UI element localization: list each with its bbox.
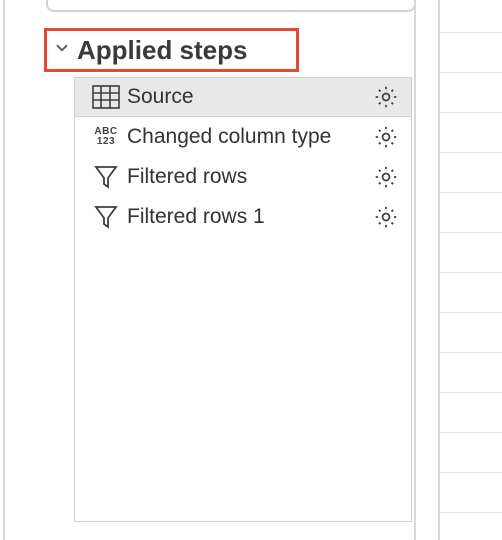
step-row-source[interactable]: Source [75, 77, 411, 117]
search-box-partial[interactable] [46, 0, 416, 12]
step-label: Changed column type [123, 125, 371, 149]
step-label: Filtered rows [123, 165, 371, 189]
step-row-changed-column-type[interactable]: ABC123 Changed column type [75, 117, 411, 157]
funnel-icon [89, 202, 123, 232]
applied-steps-panel: Applied steps Source [24, 0, 414, 540]
step-label: Filtered rows 1 [123, 205, 371, 229]
step-settings-button[interactable] [371, 202, 401, 232]
applied-steps-header[interactable]: Applied steps [44, 28, 299, 72]
step-settings-button[interactable] [371, 82, 401, 112]
panel-left-border [3, 0, 5, 540]
section-title: Applied steps [77, 35, 247, 66]
step-label: Source [123, 85, 371, 109]
datatype-icon: ABC123 [89, 122, 123, 152]
step-settings-button[interactable] [371, 162, 401, 192]
funnel-icon [89, 162, 123, 192]
step-row-filtered-rows[interactable]: Filtered rows [75, 157, 411, 197]
steps-list: Source ABC123 Changed column type [74, 77, 412, 522]
step-settings-button[interactable] [371, 122, 401, 152]
step-row-filtered-rows-1[interactable]: Filtered rows 1 [75, 197, 411, 237]
data-grid-partial [414, 0, 502, 540]
chevron-down-icon [53, 39, 71, 62]
table-icon [89, 82, 123, 112]
